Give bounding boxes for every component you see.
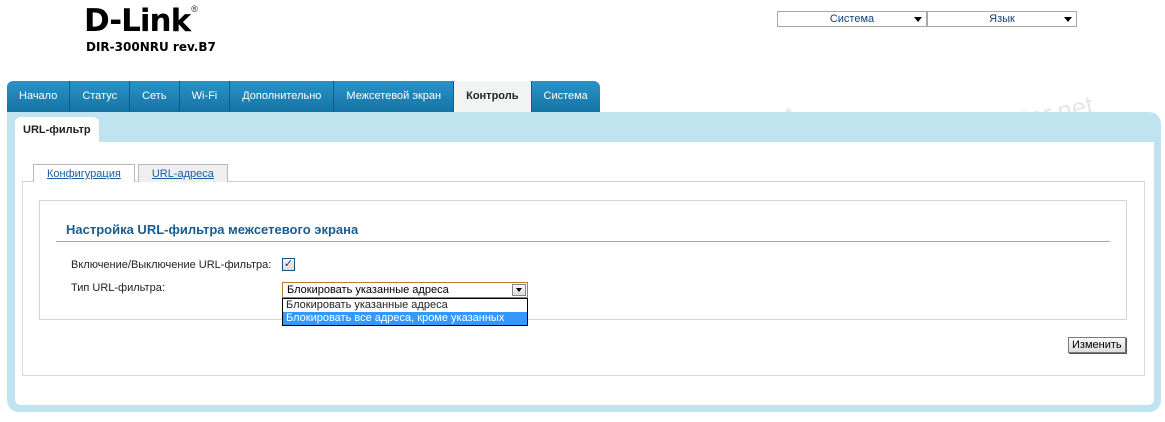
tab-status[interactable]: Статус [70, 81, 131, 112]
system-menu-select[interactable]: Система [777, 11, 927, 27]
apply-button[interactable]: Изменить [1068, 337, 1126, 353]
section-divider [56, 241, 1110, 242]
language-label: Язык [989, 13, 1015, 25]
system-menu-label: Система [829, 13, 875, 25]
tab-configuration[interactable]: Конфигурация [33, 164, 135, 182]
inner-tab-bar: Конфигурация URL-адреса [33, 164, 228, 182]
device-model: DIR-300NRU rev.B7 [86, 40, 216, 54]
tab-advanced[interactable]: Дополнительно [230, 81, 335, 112]
language-select[interactable]: Язык [927, 11, 1077, 27]
dropdown-option-block-listed[interactable]: Блокировать указанные адреса [283, 299, 527, 312]
main-tab-bar: Начало Статус Сеть Wi-Fi Дополнительно М… [7, 81, 600, 112]
chevron-down-icon[interactable] [512, 284, 526, 296]
dropdown-option-block-except-listed[interactable]: Блокировать все адреса, кроме указанных [283, 312, 527, 325]
enable-filter-label: Включение/Выключение URL-фильтра: [71, 259, 272, 271]
tab-url-filter[interactable]: URL-фильтр [15, 117, 99, 143]
enable-filter-checkbox[interactable]: ✓ [282, 258, 295, 271]
brand-logo: D-Link® [84, 4, 198, 38]
tab-system[interactable]: Система [531, 81, 600, 112]
tab-network[interactable]: Сеть [130, 81, 180, 112]
filter-type-dropdown: Блокировать указанные адреса Блокировать… [282, 298, 528, 326]
logo-registered-mark: ® [191, 4, 198, 14]
tab-firewall[interactable]: Межсетевой экран [334, 81, 455, 112]
logo-text: D-Link [84, 3, 191, 39]
filter-type-value: Блокировать указанные адреса [287, 284, 449, 296]
section-title: Настройка URL-фильтра межсетевого экрана [66, 222, 359, 237]
filter-type-select[interactable]: Блокировать указанные адреса [282, 282, 528, 298]
tab-url-addresses[interactable]: URL-адреса [137, 164, 228, 182]
chevron-down-icon [1064, 17, 1072, 22]
chevron-down-icon [914, 17, 922, 22]
filter-type-label: Тип URL-фильтра: [71, 282, 165, 294]
tab-wifi[interactable]: Wi-Fi [179, 81, 231, 112]
tab-control[interactable]: Контроль [454, 81, 532, 112]
tab-start[interactable]: Начало [7, 81, 71, 112]
